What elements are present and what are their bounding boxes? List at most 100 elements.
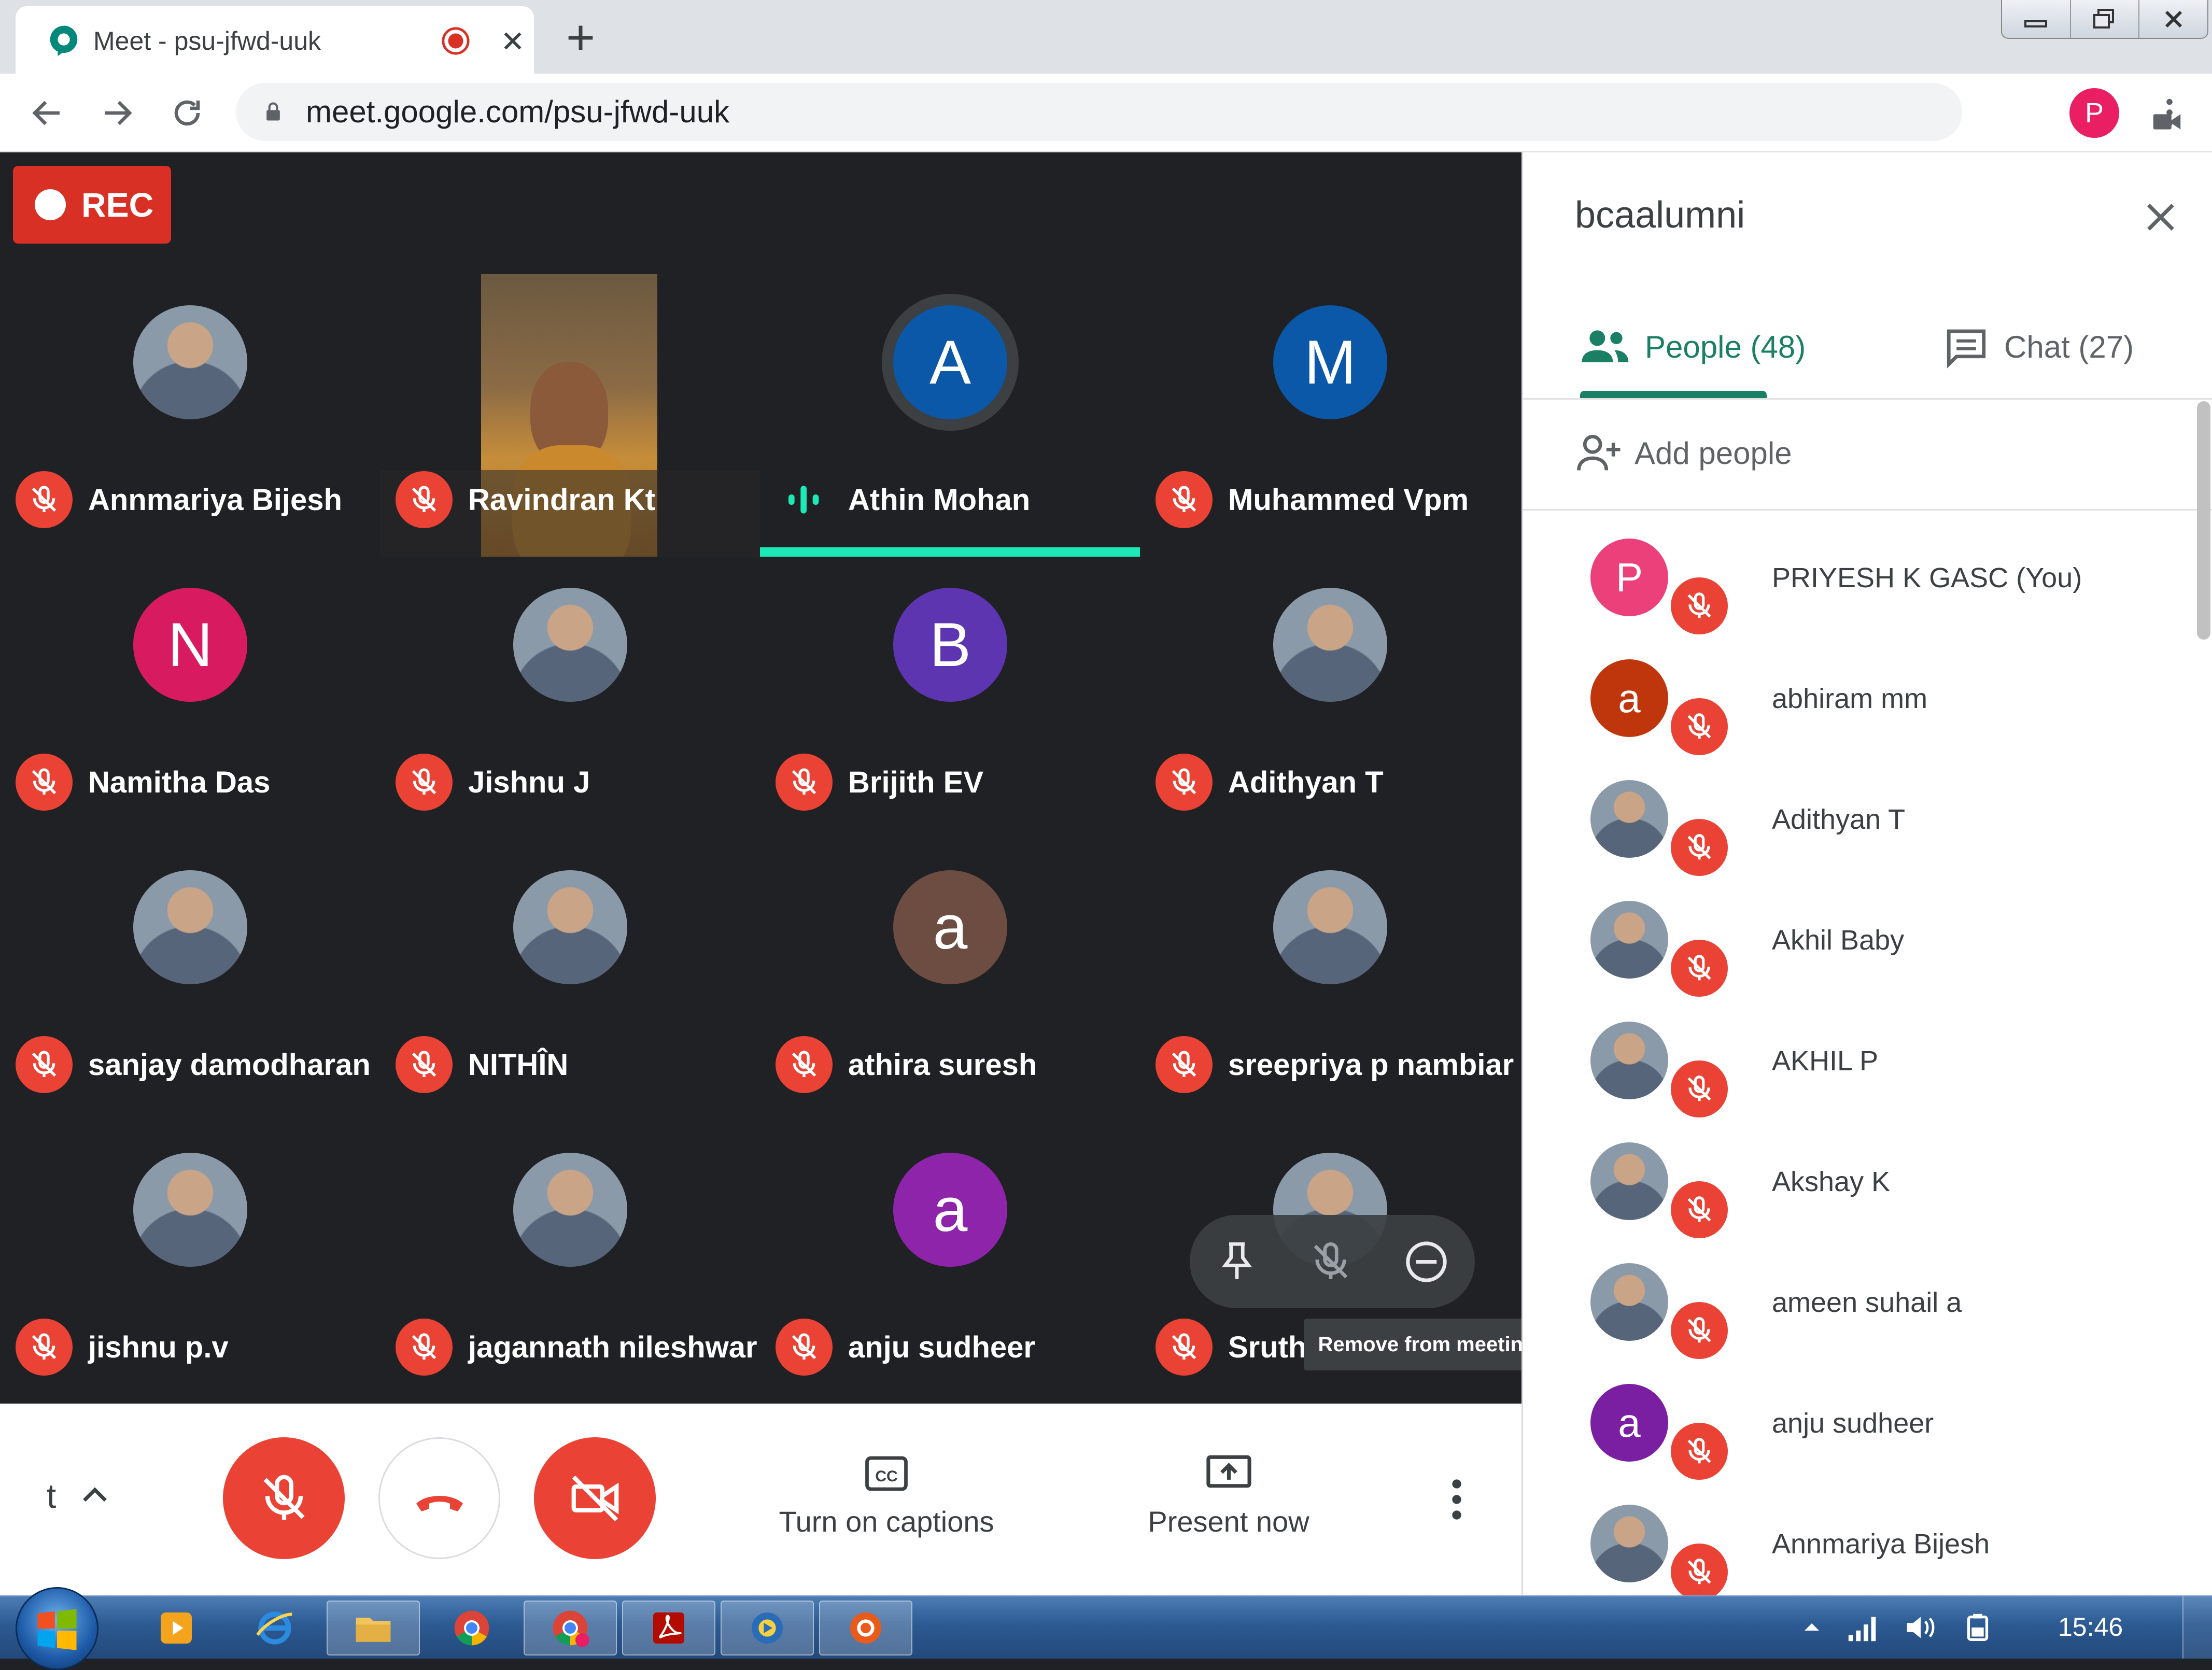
person-row[interactable]: Adithyan T [1523,757,2197,878]
add-people-label: Add people [1635,435,1792,471]
participant-tile[interactable]: Annmariya Bijesh [0,274,380,557]
person-row[interactable]: Annmariya Bijesh [1523,1481,2197,1595]
person-row[interactable]: P PRIYESH K GASC (You) [1523,515,2197,636]
person-row[interactable]: a abhiram mm [1523,636,2197,757]
person-avatar: a [1590,659,1668,737]
participant-nameplate: Ravindran Kt [396,471,655,528]
participant-tile[interactable]: a anju sudheer [760,1122,1140,1404]
meeting-details-button[interactable]: t [47,1476,113,1516]
minimize-button[interactable] [2002,0,2071,38]
browser-tab-meet[interactable]: Meet - psu-jfwd-uuk [16,6,534,74]
mic-off-icon [1172,768,1196,795]
person-name: PRIYESH K GASC (You) [1772,562,2082,593]
speaking-indicator [776,471,833,528]
volume-icon[interactable] [1903,1612,1939,1643]
forward-icon[interactable] [98,94,136,132]
person-name: abhiram mm [1772,683,1928,714]
person-avatar [1590,780,1668,858]
taskbar-orange-app[interactable] [819,1601,912,1655]
participant-name: sreepriya p nambiar [1228,1048,1514,1082]
taskbar-media-center[interactable] [721,1601,814,1655]
taskbar-internet-explorer[interactable] [228,1601,321,1655]
person-name: anju sudheer [1772,1408,1934,1439]
person-row[interactable]: Akshay K [1523,1119,2197,1240]
microphone-toggle-button[interactable] [223,1437,345,1559]
close-window-icon [2165,10,2182,27]
participant-nameplate: sanjay damodharan [16,1036,371,1093]
participant-tile[interactable]: sreepriya p nambiar [1140,839,1520,1122]
chat-tab-label: Chat (27) [2004,329,2134,364]
person-row[interactable]: Akhil Baby [1523,878,2197,998]
profile-avatar[interactable]: P [2069,88,2119,138]
network-signal-icon[interactable] [1845,1612,1882,1643]
tab-chat[interactable]: Chat (27) [1943,318,2134,375]
taskbar-media-player[interactable] [130,1601,223,1655]
power-status-icon[interactable] [1960,1612,1996,1643]
leave-call-button[interactable] [378,1437,500,1559]
people-list-scrollbar[interactable] [2197,401,2210,640]
participant-tile[interactable]: jishnu p.v [0,1122,380,1404]
mic-off-icon [1687,834,1711,860]
more-options-icon[interactable] [1436,1474,1477,1525]
add-people-button[interactable]: Add people [1575,432,1792,474]
people-tab-label: People (48) [1645,329,1806,364]
tab-title: Meet - psu-jfwd-uuk [93,26,321,55]
taskbar-file-explorer[interactable] [327,1601,420,1655]
participant-tile[interactable]: sanjay damodharan [0,839,380,1122]
show-desktop-button[interactable] [2182,1596,2212,1659]
close-window-button[interactable] [2139,0,2207,38]
participant-tile[interactable]: N Namitha Das [0,557,380,839]
taskbar-chrome-profile[interactable] [524,1601,617,1655]
taskbar-acrobat-reader[interactable] [622,1601,715,1655]
present-screen-icon [1206,1455,1251,1488]
participant-tile[interactable]: M Muhammed Vpm [1140,274,1520,557]
participant-tile[interactable]: A Athin Mohan [760,274,1140,557]
mic-off-icon [1172,486,1196,512]
mute-participant-icon[interactable] [1307,1238,1354,1285]
remove-participant-icon[interactable] [1402,1237,1451,1286]
participant-tile[interactable]: Ravindran Kt [380,274,760,557]
mic-off-icon [1687,955,1711,981]
reload-icon[interactable] [168,94,206,132]
back-icon[interactable] [29,94,66,132]
person-row[interactable]: AKHIL P [1523,998,2197,1119]
restore-button[interactable] [2071,0,2140,38]
participant-nameplate: Muhammed Vpm [1156,471,1469,528]
meeting-name: bcaalumni [1575,194,1745,236]
participant-tile[interactable]: jagannath nileshwar [380,1122,760,1404]
remove-from-meeting-tooltip: Remove from meeting [1304,1319,1550,1370]
taskbar-clock[interactable]: 15:46 [2058,1612,2123,1642]
lock-icon[interactable] [262,101,285,123]
person-muted-badge [1671,1181,1728,1238]
participant-tile[interactable]: B Brijith EV [760,557,1140,839]
taskbar-chrome[interactable] [425,1601,518,1655]
camera-toggle-button[interactable] [534,1437,656,1559]
participant-nameplate: Athin Mohan [776,471,1030,528]
tab-people[interactable]: People (48) [1580,318,1806,375]
muted-badge [1156,1036,1213,1093]
person-name: Adithyan T [1772,804,1906,835]
mic-off-icon [1687,1559,1711,1584]
close-panel-icon[interactable] [2140,196,2181,238]
person-row[interactable]: ameen suhail a [1523,1240,2197,1361]
person-row[interactable]: a anju sudheer [1523,1361,2197,1481]
tray-expand-icon[interactable] [1799,1617,1825,1638]
participant-tile[interactable]: Jishnu J [380,557,760,839]
participant-tile[interactable]: Adithyan T [1140,557,1520,839]
present-now-button[interactable]: Present now [1112,1453,1345,1538]
new-tab-icon[interactable] [562,20,599,56]
participant-nameplate: sreepriya p nambiar [1156,1036,1514,1093]
participant-tile[interactable]: a athira suresh [760,839,1140,1122]
browser-menu-icon[interactable] [2151,94,2188,131]
captions-button[interactable]: CC Turn on captions [770,1453,1003,1538]
start-button[interactable] [16,1587,98,1670]
participant-nameplate: Namitha Das [16,754,270,811]
windows-taskbar: 15:46 [0,1587,2212,1670]
url-text[interactable]: meet.google.com/psu-jfwd-uuk [306,92,729,132]
browser-toolbar: meet.google.com/psu-jfwd-uuk P [0,74,2212,152]
tabs-divider [1523,398,2212,400]
participant-tile[interactable]: NITHÎN [380,839,760,1122]
close-tab-icon[interactable] [498,26,528,56]
pin-icon[interactable] [1214,1238,1260,1285]
address-bar[interactable]: meet.google.com/psu-jfwd-uuk [236,83,2181,141]
